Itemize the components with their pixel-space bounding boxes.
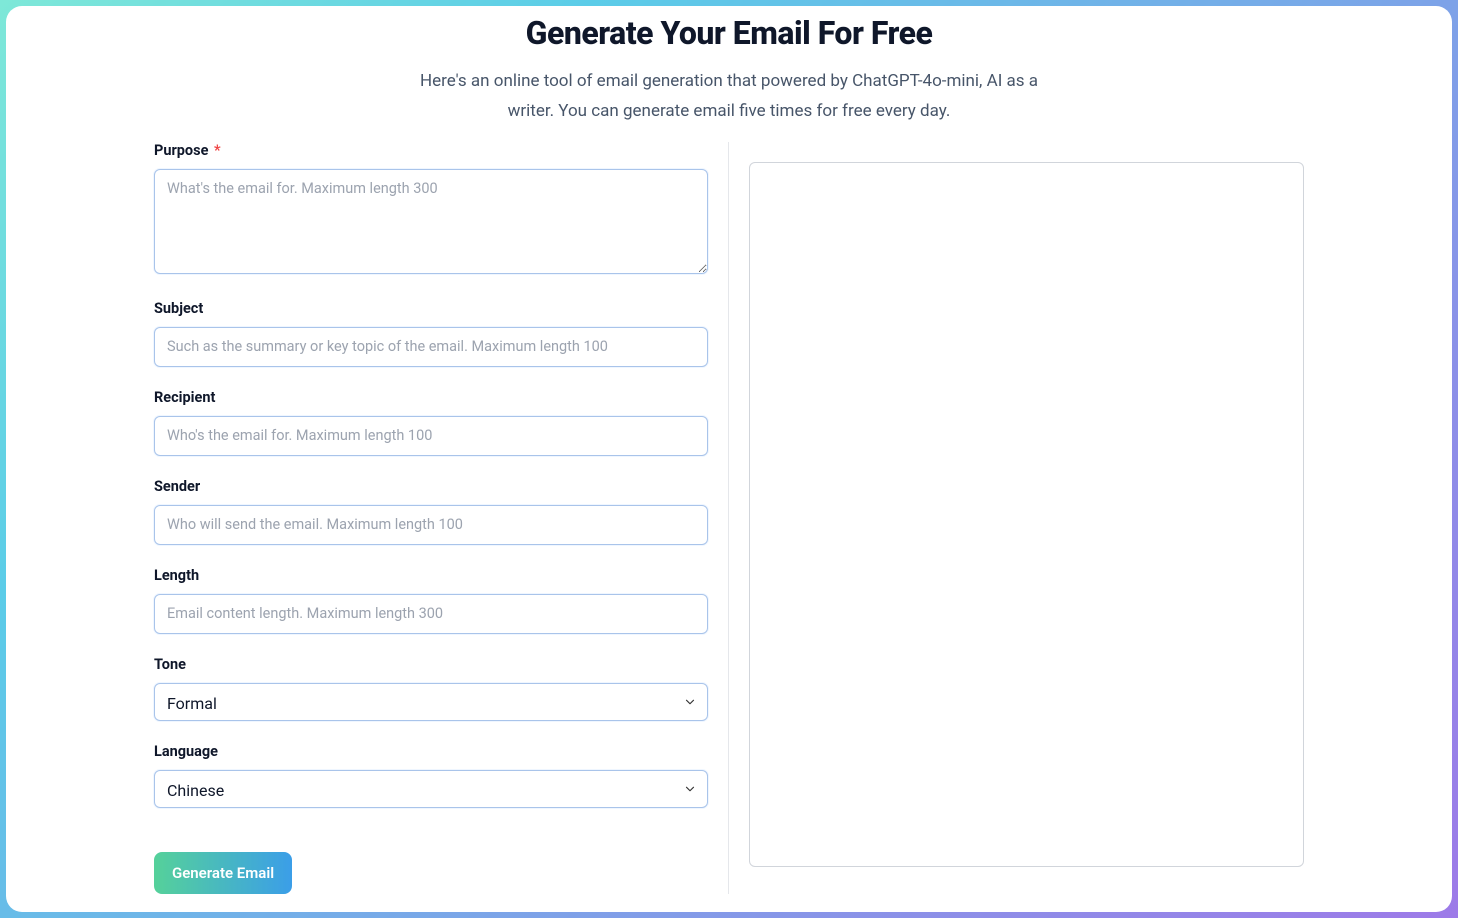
length-label: Length — [154, 567, 708, 584]
subject-input[interactable] — [154, 327, 708, 367]
content-wrapper: Generate Your Email For Free Here's an o… — [59, 6, 1399, 894]
tone-select[interactable]: Formal — [154, 683, 708, 721]
sender-label: Sender — [154, 478, 708, 495]
header: Generate Your Email For Free Here's an o… — [79, 6, 1379, 127]
output-column — [729, 142, 1379, 894]
language-select[interactable]: Chinese — [154, 770, 708, 808]
subject-label: Subject — [154, 300, 708, 317]
purpose-input[interactable] — [154, 169, 708, 274]
language-group: Language Chinese — [154, 743, 708, 808]
sender-group: Sender — [154, 478, 708, 545]
tone-label: Tone — [154, 656, 708, 673]
required-asterisk: * — [214, 142, 221, 159]
form-column: Purpose * Subject Recipient Sender — [79, 142, 729, 894]
recipient-label: Recipient — [154, 389, 708, 406]
page-title: Generate Your Email For Free — [79, 14, 1379, 52]
purpose-label-text: Purpose — [154, 142, 208, 159]
tone-group: Tone Formal — [154, 656, 708, 721]
purpose-group: Purpose * — [154, 142, 708, 278]
generate-button[interactable]: Generate Email — [154, 852, 292, 894]
language-label: Language — [154, 743, 708, 760]
purpose-label: Purpose * — [154, 142, 708, 159]
two-column-layout: Purpose * Subject Recipient Sender — [79, 142, 1379, 894]
output-box — [749, 162, 1304, 867]
page-subtitle: Here's an online tool of email generatio… — [409, 67, 1049, 127]
length-group: Length — [154, 567, 708, 634]
length-input[interactable] — [154, 594, 708, 634]
recipient-group: Recipient — [154, 389, 708, 456]
main-container: Generate Your Email For Free Here's an o… — [6, 6, 1452, 912]
subject-group: Subject — [154, 300, 708, 367]
recipient-input[interactable] — [154, 416, 708, 456]
sender-input[interactable] — [154, 505, 708, 545]
